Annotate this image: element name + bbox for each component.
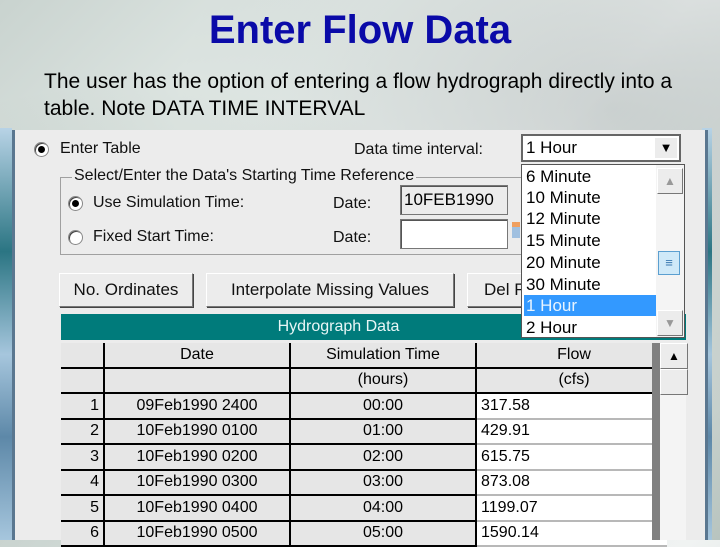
date-cell: 10Feb1990 0400 (104, 495, 291, 522)
flow-cell[interactable]: 317.58 (476, 393, 667, 420)
fixed-start-time-label: Fixed Start Time: (93, 228, 214, 245)
sim-time-cell: 01:00 (290, 418, 477, 445)
table-row: 4 10Feb1990 0300 03:00 873.08 (61, 469, 667, 496)
fixed-start-time-radio[interactable] (68, 230, 83, 245)
scroll-thumb[interactable] (660, 369, 688, 395)
date-cell: 09Feb1990 2400 (104, 393, 291, 420)
dropdown-value: 1 Hour (526, 138, 578, 157)
group-title: Select/Enter the Data's Starting Time Re… (72, 167, 417, 185)
row-number: 5 (61, 495, 105, 522)
option-10-minute[interactable]: 10 Minute (524, 187, 656, 208)
no-ordinates-button[interactable]: No. Ordinates (59, 273, 193, 307)
table-row: 1 09Feb1990 2400 00:00 317.58 (61, 393, 667, 420)
sim-time-cell: 00:00 (290, 393, 477, 420)
row-number: 1 (61, 393, 105, 420)
list-scroll-up-icon[interactable]: ▲ (657, 168, 683, 194)
row-number: 6 (61, 520, 105, 547)
option-20-minute[interactable]: 20 Minute (524, 252, 656, 273)
flow-cell[interactable]: 873.08 (476, 469, 667, 496)
row-number: 3 (61, 444, 105, 471)
flow-units: (cfs) (476, 367, 667, 394)
calendar-icon[interactable] (512, 222, 520, 238)
table-row: 5 10Feb1990 0400 04:00 1199.07 (61, 495, 667, 522)
use-simulation-time-radio[interactable] (68, 196, 83, 211)
table-header-row: Date Simulation Time Flow (61, 343, 667, 369)
table-row: 2 10Feb1990 0100 01:00 429.91 (61, 418, 667, 445)
interpolate-missing-values-button[interactable]: Interpolate Missing Values (206, 273, 454, 307)
chevron-down-icon[interactable]: ▼ (655, 138, 677, 158)
table-row: 3 10Feb1990 0200 02:00 615.75 (61, 444, 667, 471)
sim-time-cell: 03:00 (290, 469, 477, 496)
sim-date-field: 10FEB1990 (400, 185, 508, 215)
table-units-row: (hours) (cfs) (61, 367, 667, 394)
option-2-hour[interactable]: 2 Hour (524, 317, 656, 338)
fixed-date-label: Date: (333, 229, 372, 246)
flow-cell[interactable]: 615.75 (476, 444, 667, 471)
scroll-up-icon[interactable]: ▲ (660, 343, 688, 369)
option-30-minute[interactable]: 30 Minute (524, 274, 656, 295)
row-number: 4 (61, 469, 105, 496)
date-cell: 10Feb1990 0300 (104, 469, 291, 496)
date-cell: 10Feb1990 0100 (104, 418, 291, 445)
enter-table-label: Enter Table (60, 140, 141, 157)
option-1-hour[interactable]: 1 Hour (524, 295, 656, 316)
data-time-interval-dropdown[interactable]: 1 Hour ▼ (521, 134, 681, 162)
flow-cell[interactable]: 429.91 (476, 418, 667, 445)
flow-cell[interactable]: 1199.07 (476, 495, 667, 522)
table-scrollbar[interactable]: ▲ (652, 343, 688, 540)
date-units (104, 367, 291, 394)
flow-cell[interactable]: 1590.14 (476, 520, 667, 547)
flow-header: Flow (476, 343, 667, 369)
list-scrollbar[interactable]: ▲ ≡ ▼ (656, 165, 684, 337)
sim-time-cell: 02:00 (290, 444, 477, 471)
list-scroll-down-icon[interactable]: ▼ (657, 310, 683, 336)
date-cell: 10Feb1990 0500 (104, 520, 291, 547)
interval-options-list: 6 Minute 10 Minute 12 Minute 15 Minute 2… (521, 164, 685, 338)
slide-subtitle: The user has the option of entering a fl… (44, 70, 673, 120)
sim-time-header: Simulation Time (290, 343, 477, 369)
hydrograph-data-title-text: Hydrograph Data (277, 318, 400, 335)
option-12-minute[interactable]: 12 Minute (524, 208, 656, 229)
window-frame-left (0, 128, 12, 540)
row-number: 2 (61, 418, 105, 445)
row-number-units (61, 367, 105, 394)
fixed-date-input[interactable] (400, 219, 508, 249)
date-cell: 10Feb1990 0200 (104, 444, 291, 471)
use-simulation-time-label: Use Simulation Time: (93, 194, 245, 211)
sim-time-units: (hours) (290, 367, 477, 394)
enter-table-radio[interactable] (34, 142, 49, 157)
sim-time-cell: 04:00 (290, 495, 477, 522)
sim-date-label: Date: (333, 195, 372, 212)
hydrograph-table: Date Simulation Time Flow (hours) (cfs) … (61, 343, 667, 547)
list-scroll-thumb[interactable]: ≡ (658, 251, 680, 275)
date-header: Date (104, 343, 291, 369)
data-time-interval-label: Data time interval: (354, 141, 483, 158)
row-number-header (61, 343, 105, 369)
table-row: 6 10Feb1990 0500 05:00 1590.14 (61, 520, 667, 547)
slide-title: Enter Flow Data (208, 8, 512, 52)
option-6-minute[interactable]: 6 Minute (524, 166, 656, 187)
sim-time-cell: 05:00 (290, 520, 477, 547)
option-15-minute[interactable]: 15 Minute (524, 230, 656, 251)
